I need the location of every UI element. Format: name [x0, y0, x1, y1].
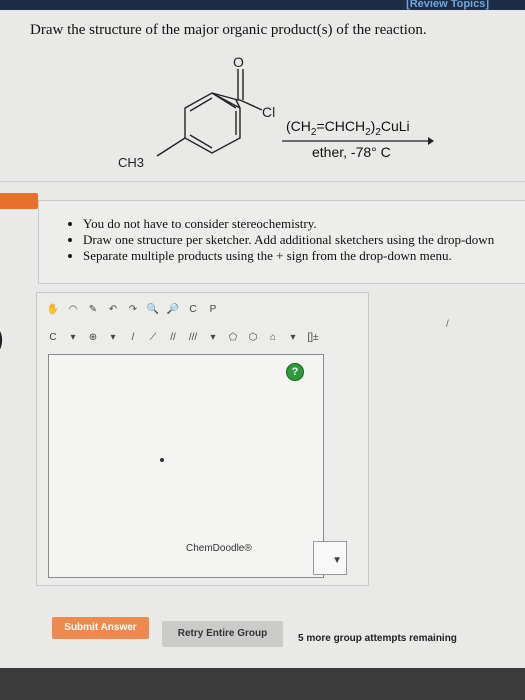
zoom-out-icon[interactable]: 🔎 — [165, 301, 181, 317]
instruction-item: Draw one structure per sketcher. Add add… — [83, 232, 525, 248]
sketcher-dropdown[interactable]: ▼ — [313, 541, 347, 575]
reagent-part: =CHCH — [316, 118, 366, 134]
carbonyl-oxygen-label: O — [233, 54, 244, 70]
section-tab[interactable] — [0, 193, 38, 209]
retry-group-button[interactable]: Retry Entire Group — [162, 621, 283, 647]
bracket-tool[interactable]: []± — [305, 329, 321, 345]
chevron-down-icon[interactable]: ▾ — [65, 329, 81, 345]
help-button[interactable]: ? — [286, 363, 304, 381]
reaction-conditions: ether, -78° C — [312, 144, 391, 160]
triple-bond-icon[interactable]: /// — [185, 329, 201, 345]
ring-tool-icon[interactable]: ⌂ — [265, 329, 281, 345]
charge-tool[interactable]: ⊕ — [85, 329, 101, 345]
bottom-bezel — [0, 668, 525, 700]
redo-icon[interactable]: ↷ — [125, 301, 141, 317]
sketcher-toolbar-top: ✋ ◠ ✎ ↶ ↷ 🔍 🔎 C P — [45, 299, 221, 319]
chloride-label: Cl — [262, 104, 275, 120]
undo-icon[interactable]: ↶ — [105, 301, 121, 317]
atom-carbon-tool[interactable]: C — [45, 329, 61, 345]
instructions-panel: You do not have to consider stereochemis… — [38, 200, 525, 284]
edge-mark: / — [446, 319, 449, 330]
single-bond-icon[interactable]: / — [125, 329, 141, 345]
attempts-remaining: 5 more group attempts remaining — [298, 633, 457, 644]
section-divider — [0, 181, 525, 182]
chevron-down-icon[interactable]: ▾ — [285, 329, 301, 345]
cursor-dot — [160, 458, 164, 462]
hand-tool-icon[interactable]: ✋ — [45, 301, 61, 317]
paste-icon[interactable]: P — [205, 301, 221, 317]
cyclopentane-icon[interactable]: ⬠ — [225, 329, 241, 345]
wedge-bond-icon[interactable]: ⟋ — [145, 329, 161, 345]
chevron-down-icon[interactable]: ▾ — [205, 329, 221, 345]
lasso-tool-icon[interactable]: ◠ — [65, 301, 81, 317]
submit-answer-button[interactable]: Submit Answer — [52, 617, 149, 639]
double-bond-icon[interactable]: // — [165, 329, 181, 345]
sketcher-canvas[interactable]: ? ChemDoodle® — [48, 354, 324, 578]
methyl-label: CH3 — [118, 155, 144, 170]
instruction-item: You do not have to consider stereochemis… — [83, 216, 525, 232]
chevron-down-icon[interactable]: ▾ — [105, 329, 121, 345]
chemdoodle-brand: ChemDoodle® — [186, 543, 252, 554]
reagent-part: (CH — [286, 118, 311, 134]
copy-icon[interactable]: C — [185, 301, 201, 317]
sketcher-toolbar-bottom: C ▾ ⊕ ▾ / ⟋ // /// ▾ ⬠ ⬡ ⌂ ▾ []± — [45, 327, 321, 347]
zoom-in-icon[interactable]: 🔍 — [145, 301, 161, 317]
reagent-part: CuLi — [380, 118, 410, 134]
chevron-down-icon: ▼ — [332, 555, 342, 566]
edge-bracket: ) — [0, 322, 4, 356]
eraser-tool-icon[interactable]: ✎ — [85, 301, 101, 317]
benzene-icon[interactable]: ⬡ — [245, 329, 261, 345]
reactant-structure: O Cl CH3 — [118, 54, 275, 170]
instruction-item: Separate multiple products using the + s… — [83, 248, 525, 264]
